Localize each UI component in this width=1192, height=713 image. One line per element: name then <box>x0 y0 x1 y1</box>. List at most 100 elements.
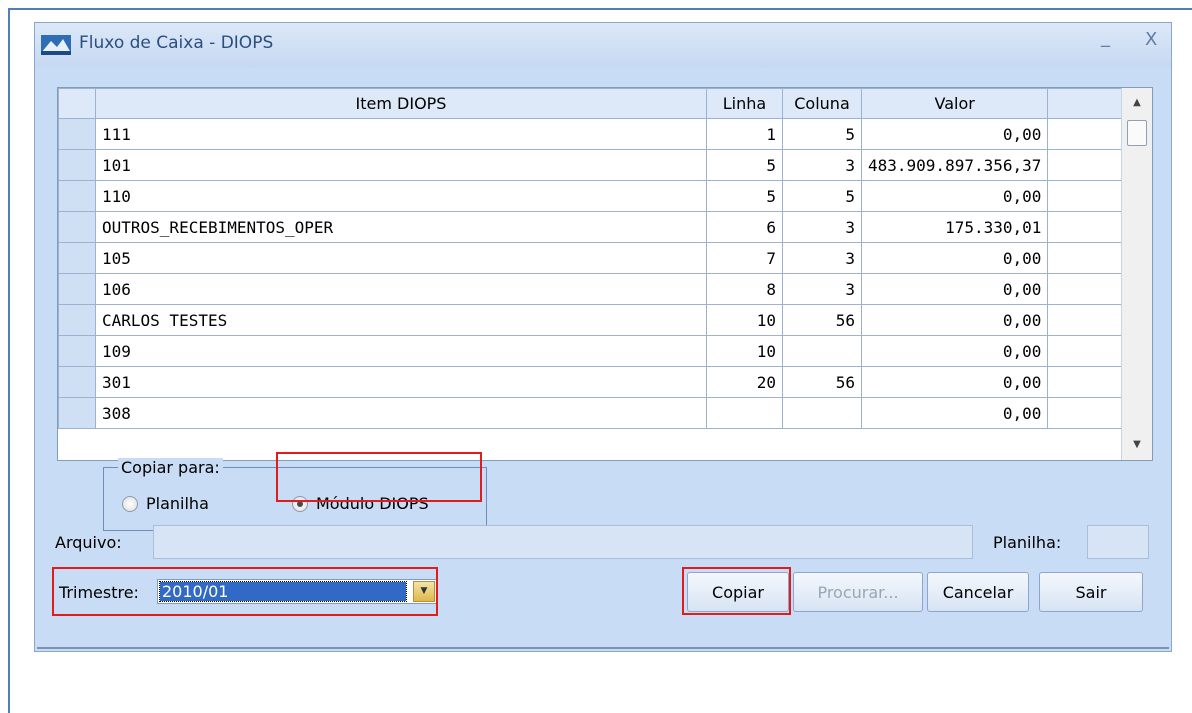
cell-valor[interactable]: 0,00 <box>860 118 1049 150</box>
minimize-button[interactable]: _ <box>1101 27 1110 48</box>
column-header-filler <box>1047 88 1133 119</box>
cell-valor[interactable]: 0,00 <box>860 180 1049 212</box>
app-icon <box>41 35 71 55</box>
cell-item[interactable]: 101 <box>95 149 707 181</box>
row-indicator[interactable] <box>58 397 96 429</box>
cell-filler[interactable] <box>1047 242 1133 274</box>
table-row[interactable]: 308 0,00 <box>58 397 1133 429</box>
cell-filler[interactable] <box>1047 397 1133 429</box>
cell-linha[interactable] <box>706 397 783 429</box>
table-row[interactable]: 101 5 3 483.909.897.356,37 <box>58 149 1133 181</box>
cell-item[interactable]: OUTROS_RECEBIMENTOS_OPER <box>95 211 707 243</box>
row-indicator[interactable] <box>58 366 96 398</box>
scroll-down-icon[interactable]: ▼ <box>1122 434 1152 456</box>
cell-filler[interactable] <box>1047 180 1133 212</box>
cell-coluna[interactable] <box>782 335 862 367</box>
row-indicator[interactable] <box>58 304 96 336</box>
cell-coluna[interactable]: 3 <box>782 242 862 274</box>
cell-coluna[interactable]: 56 <box>782 366 862 398</box>
cell-linha[interactable]: 7 <box>706 242 783 274</box>
column-header-coluna[interactable]: Coluna <box>782 88 862 119</box>
cell-filler[interactable] <box>1047 304 1133 336</box>
procurar-button[interactable]: Procurar... <box>793 572 923 612</box>
row-indicator[interactable] <box>58 335 96 367</box>
scroll-up-icon[interactable]: ▲ <box>1122 92 1152 114</box>
cell-item[interactable]: 105 <box>95 242 707 274</box>
cell-valor[interactable]: 483.909.897.356,37 <box>860 149 1049 181</box>
diops-grid[interactable]: Item DIOPS Linha Coluna Valor 111 1 5 0,00 1… <box>57 87 1153 461</box>
cell-item[interactable]: 111 <box>95 118 707 150</box>
radio-planilha[interactable]: Planilha <box>122 494 209 513</box>
row-indicator[interactable] <box>58 242 96 274</box>
cell-linha[interactable]: 20 <box>706 366 783 398</box>
cell-filler[interactable] <box>1047 273 1133 305</box>
cell-item[interactable]: 308 <box>95 397 707 429</box>
cell-linha[interactable]: 1 <box>706 118 783 150</box>
table-row[interactable]: 109 10 0,00 <box>58 335 1133 367</box>
row-indicator[interactable] <box>58 118 96 150</box>
cell-valor[interactable]: 0,00 <box>860 273 1049 305</box>
column-header-item[interactable]: Item DIOPS <box>95 88 707 119</box>
table-row[interactable]: OUTROS_RECEBIMENTOS_OPER 6 3 175.330,01 <box>58 211 1133 243</box>
table-row[interactable]: 110 5 5 0,00 <box>58 180 1133 212</box>
sair-button[interactable]: Sair <box>1039 572 1143 612</box>
cell-item[interactable]: 106 <box>95 273 707 305</box>
trimestre-select[interactable]: 2010/01 ▼ <box>157 579 437 604</box>
cell-valor[interactable]: 175.330,01 <box>860 211 1049 243</box>
cell-valor[interactable]: 0,00 <box>860 242 1049 274</box>
radio-modulo-diops-label: Módulo DIOPS <box>316 494 429 513</box>
cell-linha[interactable]: 5 <box>706 149 783 181</box>
table-row[interactable]: 111 1 5 0,00 <box>58 118 1133 150</box>
column-header-valor[interactable]: Valor <box>860 88 1049 119</box>
cell-item[interactable]: CARLOS TESTES <box>95 304 707 336</box>
radio-modulo-diops-dot[interactable] <box>292 495 308 512</box>
cell-filler[interactable] <box>1047 366 1133 398</box>
row-indicator[interactable] <box>58 180 96 212</box>
vertical-scrollbar[interactable]: ▲ ▼ <box>1121 88 1152 460</box>
cell-filler[interactable] <box>1047 211 1133 243</box>
trimestre-value: 2010/01 <box>159 581 407 602</box>
table-row[interactable]: 301 20 56 0,00 <box>58 366 1133 398</box>
row-indicator[interactable] <box>58 273 96 305</box>
title-bar[interactable]: Fluxo de Caixa - DIOPS _ X <box>35 23 1171 67</box>
cell-filler[interactable] <box>1047 118 1133 150</box>
cell-linha[interactable]: 8 <box>706 273 783 305</box>
cell-item[interactable]: 109 <box>95 335 707 367</box>
table-row[interactable]: 105 7 3 0,00 <box>58 242 1133 274</box>
column-header-linha[interactable]: Linha <box>706 88 783 119</box>
cell-valor[interactable]: 0,00 <box>860 335 1049 367</box>
cell-coluna[interactable]: 5 <box>782 118 862 150</box>
row-indicator[interactable] <box>58 211 96 243</box>
row-indicator[interactable] <box>58 149 96 181</box>
copy-to-group: Copiar para: Planilha Módulo DIOPS <box>103 458 487 531</box>
cell-filler[interactable] <box>1047 335 1133 367</box>
cell-linha[interactable]: 10 <box>706 335 783 367</box>
cell-coluna[interactable]: 5 <box>782 180 862 212</box>
cell-item[interactable]: 110 <box>95 180 707 212</box>
cell-coluna[interactable] <box>782 397 862 429</box>
cell-item[interactable]: 301 <box>95 366 707 398</box>
cell-valor[interactable]: 0,00 <box>860 366 1049 398</box>
planilha-field[interactable] <box>1087 525 1149 559</box>
cell-valor[interactable]: 0,00 <box>860 397 1049 429</box>
cell-linha[interactable]: 6 <box>706 211 783 243</box>
chevron-down-icon[interactable]: ▼ <box>413 581 435 602</box>
cell-linha[interactable]: 10 <box>706 304 783 336</box>
radio-planilha-label: Planilha <box>146 494 209 513</box>
table-row[interactable]: CARLOS TESTES 10 56 0,00 <box>58 304 1133 336</box>
arquivo-field[interactable] <box>153 525 973 559</box>
copiar-button[interactable]: Copiar <box>687 572 789 612</box>
cell-coluna[interactable]: 3 <box>782 211 862 243</box>
cell-valor[interactable]: 0,00 <box>860 304 1049 336</box>
cell-coluna[interactable]: 3 <box>782 149 862 181</box>
cell-coluna[interactable]: 3 <box>782 273 862 305</box>
cell-filler[interactable] <box>1047 149 1133 181</box>
cell-linha[interactable]: 5 <box>706 180 783 212</box>
cell-coluna[interactable]: 56 <box>782 304 862 336</box>
table-row[interactable]: 106 8 3 0,00 <box>58 273 1133 305</box>
radio-modulo-diops[interactable]: Módulo DIOPS <box>292 494 429 513</box>
radio-planilha-dot[interactable] <box>122 495 138 512</box>
scroll-thumb[interactable] <box>1127 120 1147 146</box>
close-button[interactable]: X <box>1145 29 1157 50</box>
cancelar-button[interactable]: Cancelar <box>927 572 1029 612</box>
